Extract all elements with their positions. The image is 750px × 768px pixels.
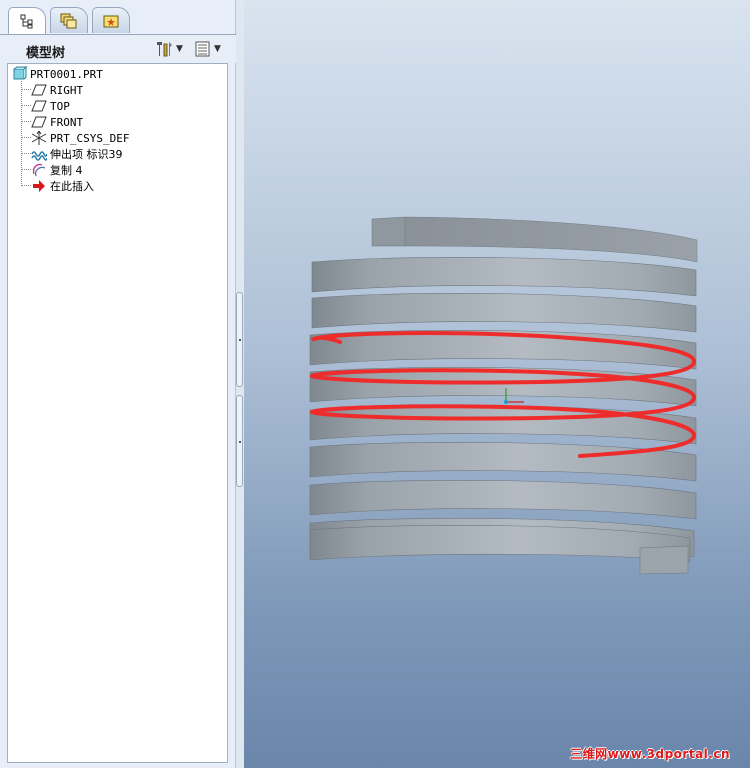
layers-icon [60,13,77,28]
tree-item-label: PRT_CSYS_DEF [50,131,130,145]
tree-item-label: 复制 4 [50,164,83,177]
tree-settings-button[interactable]: ▼ [154,39,183,59]
tree-show-button[interactable]: ▼ [194,39,221,59]
splitter-grip[interactable] [236,292,243,387]
chevron-down-icon: ▼ [214,44,221,54]
model-tree: PRT0001.PRT RIGHT TOP FRONT PRT_CSYS_DEF… [7,63,228,763]
tab-favorites[interactable] [92,7,130,33]
tree-connector [21,185,31,186]
model-tree-panel: 模型树 ▼ ▼ PRT0001.PRT RIGHT TOP FRONT PRT_… [0,0,236,768]
datum-plane-icon [31,116,47,128]
navigator-tab-bar [0,0,236,34]
tree-item-copy[interactable]: 复制 4 [31,162,83,178]
part-icon [13,66,27,80]
tree-item-label: 伸出项 标识39 [50,148,123,161]
model-tree-header: 模型树 ▼ ▼ [0,34,236,63]
csys-icon [31,130,47,145]
tab-layers[interactable] [50,7,88,33]
model-tree-icon [20,14,33,29]
tree-item-label: 在此插入 [50,180,94,193]
spring-model[interactable] [244,0,750,768]
tree-item-label: PRT0001.PRT [30,67,103,81]
tree-item-protrusion[interactable]: 伸出项 标识39 [31,146,123,162]
splitter-grip[interactable] [236,395,243,487]
tree-show-icon [195,41,210,57]
coil-top-back [404,216,698,263]
chevron-down-icon: ▼ [176,44,183,54]
tree-item-insert-here[interactable]: 在此插入 [31,178,94,194]
tree-item-top[interactable]: TOP [31,98,70,114]
tree-connector [21,81,22,186]
watermark-text: 三维网www.3dportal.cn [570,747,730,761]
graphics-viewport[interactable]: 三维网www.3dportal.cn [244,0,750,768]
datum-plane-icon [31,84,47,96]
tree-item-label: FRONT [50,115,84,129]
tree-connector [21,121,31,122]
tree-settings-icon [157,42,172,57]
tree-item-label: RIGHT [50,83,84,97]
tree-connector [21,89,31,90]
panel-title: 模型树 [26,46,66,61]
tree-item-right[interactable]: RIGHT [31,82,83,98]
insert-here-arrow-icon [33,180,45,192]
favorites-icon [103,15,119,27]
tree-item-root[interactable]: PRT0001.PRT [11,66,103,82]
coil-end-top [371,216,406,247]
tree-connector [21,153,31,154]
tree-item-front[interactable]: FRONT [31,114,83,130]
protrusion-icon [31,151,47,161]
tree-connector [21,169,31,170]
tree-connector [21,105,31,106]
panel-splitter[interactable] [236,0,244,768]
tree-item-label: TOP [50,99,70,113]
copy-curve-icon [32,163,46,177]
tab-model-tree[interactable] [8,7,46,34]
tree-connector [21,137,31,138]
datum-plane-icon [31,100,47,112]
tree-item-csys[interactable]: PRT_CSYS_DEF [31,130,129,146]
